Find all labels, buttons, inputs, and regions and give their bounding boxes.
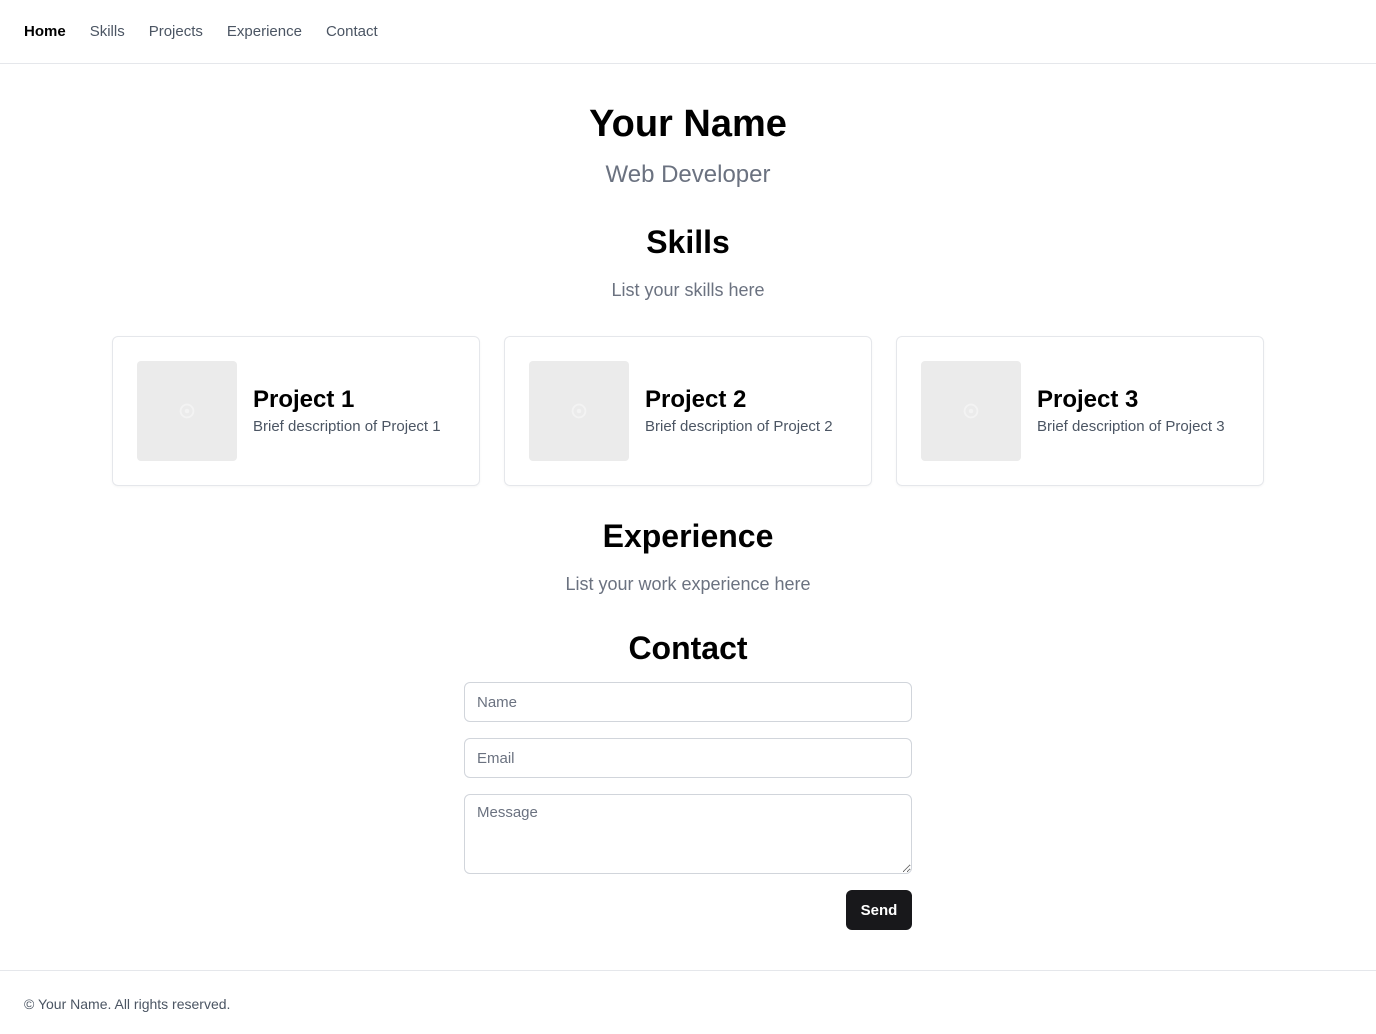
top-nav: Home Skills Projects Experience Contact bbox=[0, 0, 1376, 64]
skills-subtitle: List your skills here bbox=[611, 280, 765, 300]
message-field[interactable] bbox=[464, 794, 912, 874]
project-card[interactable]: Project 1 Brief description of Project 1 bbox=[112, 336, 480, 486]
send-button[interactable]: Send bbox=[846, 890, 912, 930]
name-field[interactable] bbox=[464, 682, 912, 722]
project-card[interactable]: Project 3 Brief description of Project 3 bbox=[896, 336, 1264, 486]
experience-title: Experience bbox=[602, 518, 774, 554]
nav-link-skills[interactable]: Skills bbox=[90, 22, 125, 42]
project-description: Brief description of Project 1 bbox=[253, 418, 441, 435]
project-thumbnail bbox=[137, 361, 237, 461]
project-thumbnail bbox=[529, 361, 629, 461]
footer: © Your Name. All rights reserved. bbox=[0, 970, 1376, 1034]
image-placeholder-icon bbox=[963, 403, 979, 419]
project-thumbnail bbox=[921, 361, 1021, 461]
nav-link-projects[interactable]: Projects bbox=[149, 22, 203, 42]
skills-title: Skills bbox=[646, 224, 730, 260]
nav-link-experience[interactable]: Experience bbox=[227, 22, 302, 42]
contact-title: Contact bbox=[628, 630, 748, 666]
project-title: Project 2 bbox=[645, 386, 747, 413]
hero-role: Web Developer bbox=[605, 161, 771, 188]
experience-subtitle: List your work experience here bbox=[565, 574, 811, 594]
portfolio-page: Home Skills Projects Experience Contact … bbox=[0, 0, 1376, 1034]
projects-grid: Project 1 Brief description of Project 1… bbox=[112, 336, 1264, 486]
project-description: Brief description of Project 3 bbox=[1037, 418, 1225, 435]
nav-link-contact[interactable]: Contact bbox=[326, 22, 378, 42]
project-title: Project 3 bbox=[1037, 386, 1139, 413]
image-placeholder-icon bbox=[571, 403, 587, 419]
nav-link-home[interactable]: Home bbox=[24, 22, 66, 42]
hero-name: Your Name bbox=[589, 103, 787, 145]
project-description: Brief description of Project 2 bbox=[645, 418, 833, 435]
email-field[interactable] bbox=[464, 738, 912, 778]
project-title: Project 1 bbox=[253, 386, 355, 413]
image-placeholder-icon bbox=[179, 403, 195, 419]
footer-copyright: © Your Name. All rights reserved. bbox=[24, 996, 231, 1012]
project-card[interactable]: Project 2 Brief description of Project 2 bbox=[504, 336, 872, 486]
